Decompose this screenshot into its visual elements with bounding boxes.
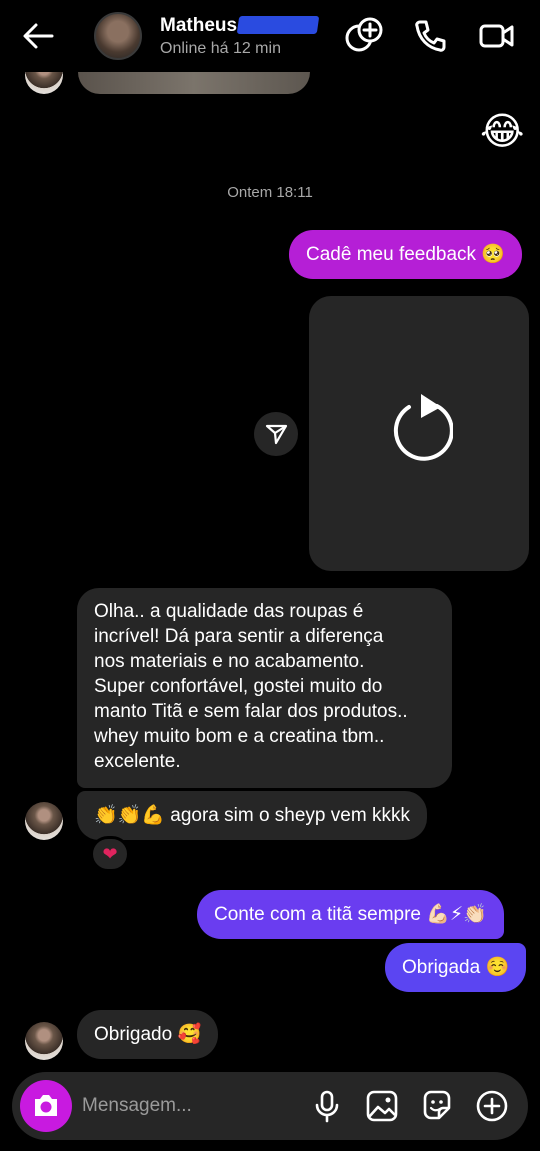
replay-icon[interactable] <box>385 390 453 466</box>
outgoing-message[interactable]: Cadê meu feedback 🥺 <box>289 230 522 279</box>
contact-avatar-small <box>25 802 63 840</box>
contact-avatar[interactable] <box>94 12 142 60</box>
incoming-message[interactable]: Olha.. a qualidade das roupas é incrível… <box>77 588 452 788</box>
message-list[interactable]: 😂 Ontem 18:11 Cadê meu feedback 🥺 Olha..… <box>0 56 540 1070</box>
message-input[interactable] <box>82 1092 302 1120</box>
contact-name[interactable]: Matheus <box>160 15 237 37</box>
message-line: Super confortável, gostei muito do <box>94 676 383 697</box>
redaction-mark <box>236 16 320 34</box>
incoming-message[interactable]: Obrigado 🥰 <box>77 1010 219 1059</box>
message-text: Obrigada ☺️ <box>402 957 510 978</box>
timestamp: Ontem 18:11 <box>227 184 313 201</box>
video-message[interactable] <box>309 296 529 571</box>
chat-header: Matheus Online há 12 min <box>0 0 540 72</box>
message-line: manto Titã e sem falar dos produtos.. <box>94 701 408 722</box>
message-text: 👏👏💪 agora sim o sheyp vem kkkk <box>94 805 410 826</box>
sticker-icon[interactable] <box>419 1088 455 1124</box>
gallery-icon[interactable] <box>364 1088 400 1124</box>
message-text: Cadê meu feedback 🥺 <box>306 244 505 265</box>
incoming-message[interactable]: 👏👏💪 agora sim o sheyp vem kkkk <box>77 791 427 840</box>
share-icon <box>265 424 288 445</box>
microphone-icon[interactable] <box>309 1088 345 1124</box>
add-people-icon[interactable] <box>344 16 384 56</box>
heart-icon: ❤ <box>102 844 118 864</box>
camera-icon <box>35 1095 57 1116</box>
message-composer <box>12 1072 528 1140</box>
message-text: Conte com a titã sempre 💪🏻⚡👏🏻 <box>214 904 487 925</box>
message-line: Olha.. a qualidade das roupas é <box>94 601 364 622</box>
contact-avatar-small <box>25 1022 63 1060</box>
outgoing-message[interactable]: Conte com a titã sempre 💪🏻⚡👏🏻 <box>197 890 504 939</box>
camera-button[interactable] <box>20 1080 72 1132</box>
message-line: excelente. <box>94 751 181 772</box>
video-call-icon[interactable] <box>476 16 516 56</box>
emoji-message: 😂 <box>480 111 525 153</box>
back-arrow-icon[interactable] <box>20 20 56 52</box>
share-button[interactable] <box>254 412 298 456</box>
message-line: nos materiais e no acabamento. <box>94 651 365 672</box>
plus-icon[interactable] <box>474 1088 510 1124</box>
message-line: whey muito bom e a creatina tbm.. <box>94 726 385 747</box>
phone-icon[interactable] <box>410 16 450 56</box>
contact-status: Online há 12 min <box>160 40 281 57</box>
heart-reaction[interactable]: ❤ <box>90 836 130 872</box>
outgoing-message[interactable]: Obrigada ☺️ <box>385 943 527 992</box>
message-line: incrível! Dá para sentir a diferença <box>94 626 384 647</box>
message-text: Obrigado 🥰 <box>94 1024 202 1045</box>
